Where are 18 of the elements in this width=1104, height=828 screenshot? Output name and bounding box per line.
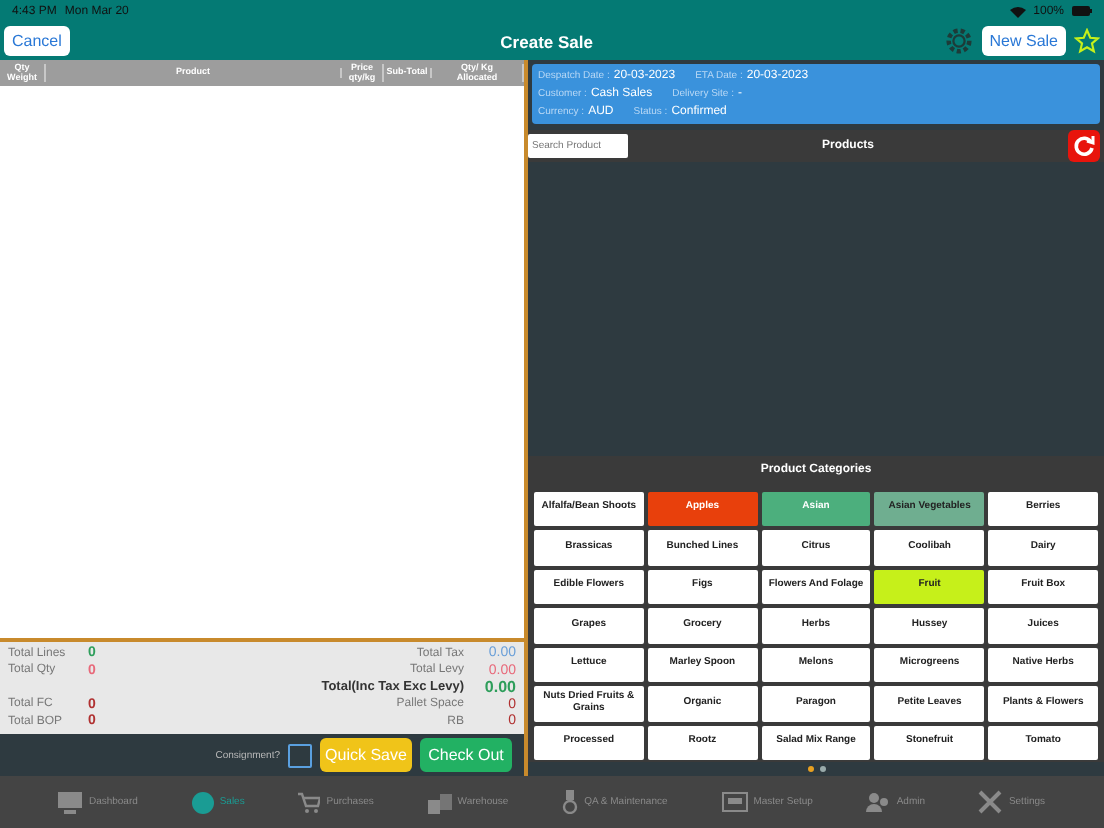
cart-icon [298,791,321,813]
star-icon[interactable] [1074,28,1100,54]
page-dot[interactable] [807,766,813,772]
monitor-icon [58,791,83,813]
page-title: Create Sale [498,31,595,51]
consignment-checkbox[interactable] [288,743,312,767]
medal-icon [562,790,579,814]
people-icon [866,792,891,812]
boxes-icon [427,791,452,813]
screen-icon [721,792,748,812]
total-value: 0.00 [482,678,516,697]
cancel-button[interactable]: Cancel [4,26,70,56]
refresh-icon[interactable] [1068,130,1100,162]
wifi-icon [1009,5,1026,17]
new-sale-button[interactable]: New Sale [981,26,1066,56]
circle-icon [191,791,214,813]
page-dot[interactable] [819,766,825,772]
battery-icon [1072,6,1092,16]
